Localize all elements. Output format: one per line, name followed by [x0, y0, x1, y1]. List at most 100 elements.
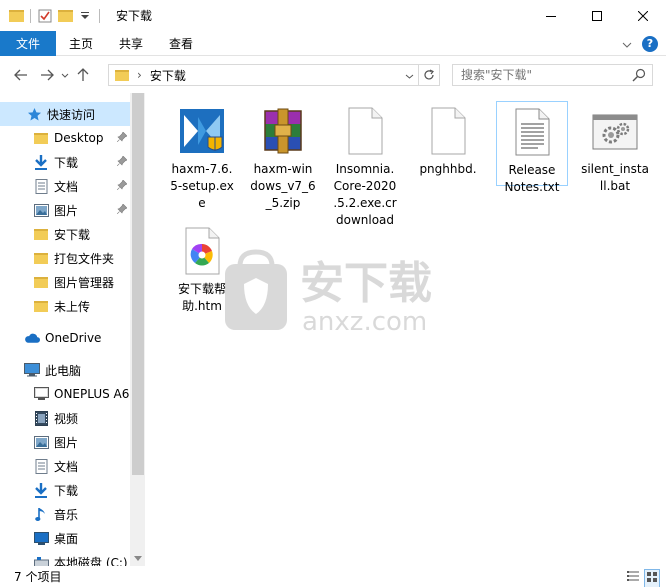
nav-item-image-manager[interactable]: 图片管理器 — [0, 270, 130, 294]
file-name-line: ll.bat — [599, 179, 631, 193]
nav-item-oneplus[interactable]: ONEPLUS A6 — [0, 382, 130, 406]
navigation-bar: › 安下载 — [0, 57, 666, 93]
picture-icon — [33, 202, 49, 218]
nav-item-pc-documents[interactable]: 文档 — [0, 454, 130, 478]
file-item-haxm-zip[interactable]: haxm-win dows_v7_6 _5.zip — [247, 101, 319, 212]
chevron-down-icon — [134, 555, 142, 561]
nav-item-pc-pictures[interactable]: 图片 — [0, 430, 130, 454]
pin-icon — [116, 203, 128, 217]
breadcrumb-item[interactable]: 安下载 — [150, 67, 186, 84]
file-name-line: pnghhbd. — [419, 162, 477, 176]
file-item-insomnia-crdownload[interactable]: Insomnia. Core-2020 .5.2.exe.cr download — [329, 101, 401, 229]
document-icon — [33, 178, 49, 194]
minimize-button[interactable] — [528, 0, 574, 31]
chevron-down-icon — [61, 73, 69, 78]
details-view-button[interactable] — [626, 569, 640, 587]
details-view-icon — [627, 571, 639, 581]
pin-icon — [116, 155, 128, 169]
nav-item-desktop-pc[interactable]: 桌面 — [0, 526, 130, 550]
back-button[interactable] — [10, 64, 32, 86]
maximize-button[interactable] — [574, 0, 620, 31]
html-file-icon — [178, 227, 226, 275]
file-name-line: haxm-7.6. — [171, 162, 233, 176]
ribbon-tabs: 文件 主页 共享 查看 ? — [0, 30, 666, 56]
arrow-up-icon — [77, 68, 89, 81]
folder-icon — [115, 69, 129, 81]
nav-item-downloads[interactable]: 下载 — [0, 150, 130, 174]
file-name-line: Release — [508, 163, 556, 177]
nav-item-pack-folder[interactable]: 打包文件夹 — [0, 246, 130, 270]
nav-scrollbar[interactable] — [130, 93, 145, 566]
nav-item-music[interactable]: 音乐 — [0, 502, 130, 526]
refresh-icon — [424, 69, 434, 80]
batch-file-icon — [591, 107, 639, 155]
close-button[interactable] — [620, 0, 666, 31]
file-item-haxm-setup[interactable]: haxm-7.6. 5-setup.ex e — [166, 101, 238, 212]
nav-item-pc-downloads[interactable]: 下载 — [0, 478, 130, 502]
file-item-release-notes[interactable]: Release Notes.txt — [496, 101, 568, 194]
tab-file[interactable]: 文件 — [0, 30, 56, 56]
file-item-help-htm[interactable]: 安下载帮 助.htm — [166, 221, 238, 315]
cloud-icon — [24, 330, 40, 346]
minimize-icon — [546, 15, 556, 17]
window-title: 安下载 — [116, 9, 153, 23]
nav-item-local-disk-c[interactable]: 本地磁盘 (C:) — [0, 550, 130, 566]
file-item-pnghhbd[interactable]: pnghhbd. — [412, 101, 484, 178]
nav-item-pictures[interactable]: 图片 — [0, 198, 130, 222]
recent-locations-button[interactable] — [58, 64, 72, 86]
address-dropdown-button[interactable] — [401, 68, 417, 84]
file-name-line: download — [335, 213, 395, 227]
close-icon — [638, 10, 648, 21]
refresh-button[interactable] — [418, 65, 439, 85]
nav-item-documents[interactable]: 文档 — [0, 174, 130, 198]
nav-item-not-uploaded[interactable]: 未上传 — [0, 294, 130, 318]
file-name-line: haxm-win — [253, 162, 313, 176]
desktop-icon — [33, 530, 49, 546]
tab-view[interactable]: 查看 — [156, 31, 206, 56]
search-box[interactable] — [452, 64, 653, 86]
file-name-line: 安下载帮 — [177, 282, 226, 296]
expand-ribbon-button[interactable] — [622, 37, 632, 51]
tab-share[interactable]: 共享 — [106, 31, 156, 56]
computer-icon — [24, 362, 40, 378]
music-icon — [33, 506, 49, 522]
properties-icon[interactable] — [37, 8, 53, 24]
nav-this-pc[interactable]: 此电脑 — [0, 358, 130, 382]
large-icons-view-button[interactable] — [644, 569, 660, 587]
address-field[interactable]: › 安下载 — [108, 64, 440, 86]
customize-toolbar-icon[interactable] — [77, 8, 93, 24]
arrow-right-icon — [41, 69, 54, 81]
file-name-line: Core-2020 — [333, 179, 397, 193]
nav-item-desktop[interactable]: Desktop — [0, 126, 130, 150]
tab-home[interactable]: 主页 — [56, 31, 106, 56]
file-name-line: Notes.txt — [504, 180, 560, 194]
up-button[interactable] — [72, 64, 94, 86]
chevron-down-icon — [405, 74, 413, 79]
nav-quick-access[interactable]: 快速访问 — [0, 102, 130, 126]
new-folder-icon[interactable] — [57, 8, 73, 24]
help-button[interactable]: ? — [642, 35, 658, 52]
nav-item-videos[interactable]: 视频 — [0, 406, 130, 430]
pin-icon — [116, 131, 128, 145]
scroll-down-button[interactable] — [130, 550, 145, 566]
file-name-line: dows_v7_6 — [250, 179, 316, 193]
folder-icon — [33, 130, 49, 146]
file-item-silent-install[interactable]: silent_insta ll.bat — [579, 101, 651, 195]
file-name-line: Insomnia. — [335, 162, 395, 176]
drive-icon — [33, 554, 49, 566]
search-icon[interactable] — [632, 68, 646, 85]
nav-onedrive[interactable]: OneDrive — [0, 326, 130, 350]
file-name-line: 5-setup.ex — [170, 179, 234, 193]
pin-icon — [116, 179, 128, 193]
download-icon — [33, 482, 49, 498]
winrar-archive-icon — [259, 107, 307, 155]
star-icon — [26, 106, 42, 122]
scrollbar-thumb[interactable] — [132, 93, 144, 475]
search-input[interactable] — [453, 68, 623, 82]
document-icon — [33, 458, 49, 474]
installer-icon — [178, 107, 226, 155]
breadcrumb-chevron-icon[interactable]: › — [137, 68, 142, 82]
nav-item-anxiazai[interactable]: 安下载 — [0, 222, 130, 246]
forward-button[interactable] — [36, 64, 58, 86]
blank-file-icon — [341, 107, 389, 155]
